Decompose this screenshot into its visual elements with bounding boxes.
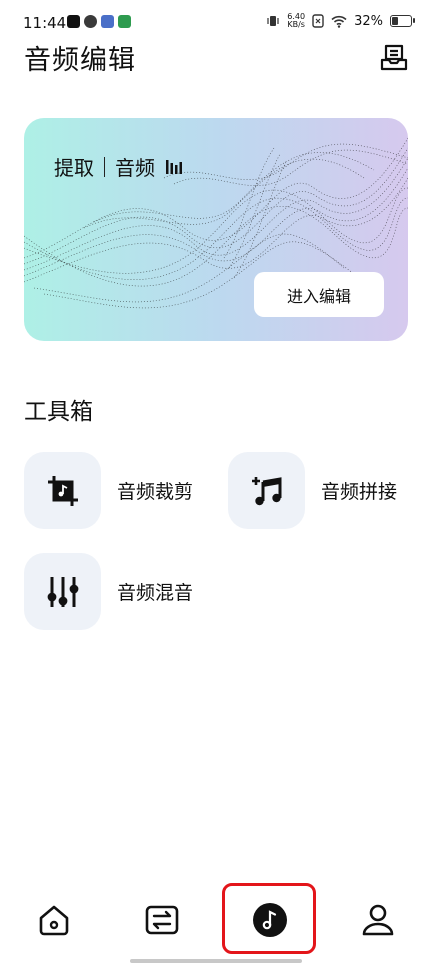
tiktok-notification-icon: [67, 15, 80, 28]
home-indicator[interactable]: [130, 959, 302, 963]
notification-icons: [67, 15, 131, 28]
inbox-icon: [380, 44, 408, 71]
hero-title: 提取 音频: [54, 152, 183, 181]
toolbox-title: 工具箱: [24, 399, 93, 425]
home-icon: [39, 905, 69, 936]
inbox-button[interactable]: [378, 42, 410, 74]
tool-tile[interactable]: [24, 553, 101, 630]
app-notification-icon: [118, 15, 131, 28]
music-plus-icon: [251, 476, 281, 505]
vibrate-icon: [267, 16, 279, 26]
enter-edit-button[interactable]: 进入编辑: [254, 272, 384, 317]
audio-bars-icon: [166, 159, 182, 174]
extract-label: 提取: [54, 156, 94, 180]
audio-crop-tool[interactable]: 音频裁剪: [24, 452, 193, 529]
battery-icon: [390, 15, 415, 27]
tool-label: 音频拼接: [321, 481, 398, 503]
net-speed: 6.40 KB/s: [287, 12, 306, 29]
battery-percent: 32%: [354, 13, 383, 29]
tool-label: 音频混音: [117, 582, 194, 604]
app-notification-icon: [101, 15, 114, 28]
tool-label: 音频裁剪: [117, 481, 194, 503]
page-title: 音频编辑: [24, 45, 136, 76]
status-time: 11:44: [23, 14, 67, 32]
nav-home[interactable]: [6, 878, 102, 962]
mixer-sliders-icon: [47, 576, 78, 607]
nav-convert[interactable]: [114, 878, 210, 962]
audio-mix-tool[interactable]: 音频混音: [24, 553, 193, 630]
divider: [104, 156, 105, 177]
sim-icon: [312, 14, 324, 28]
tool-tile[interactable]: [228, 452, 305, 529]
status-right: 6.40 KB/s 32%: [266, 12, 415, 29]
nav-profile[interactable]: [330, 878, 426, 962]
audio-merge-tool[interactable]: 音频拼接: [228, 452, 397, 529]
app-notification-icon: [84, 15, 97, 28]
extract-audio-card[interactable]: 提取 音频 进入编辑: [24, 118, 408, 341]
selection-highlight: [222, 883, 316, 954]
bottom-nav: [0, 878, 432, 964]
tool-tile[interactable]: [24, 452, 101, 529]
wifi-icon: [331, 15, 347, 28]
crop-music-icon: [47, 475, 78, 506]
profile-icon: [362, 904, 394, 936]
audio-label: 音频: [115, 156, 155, 180]
convert-icon: [145, 905, 179, 935]
